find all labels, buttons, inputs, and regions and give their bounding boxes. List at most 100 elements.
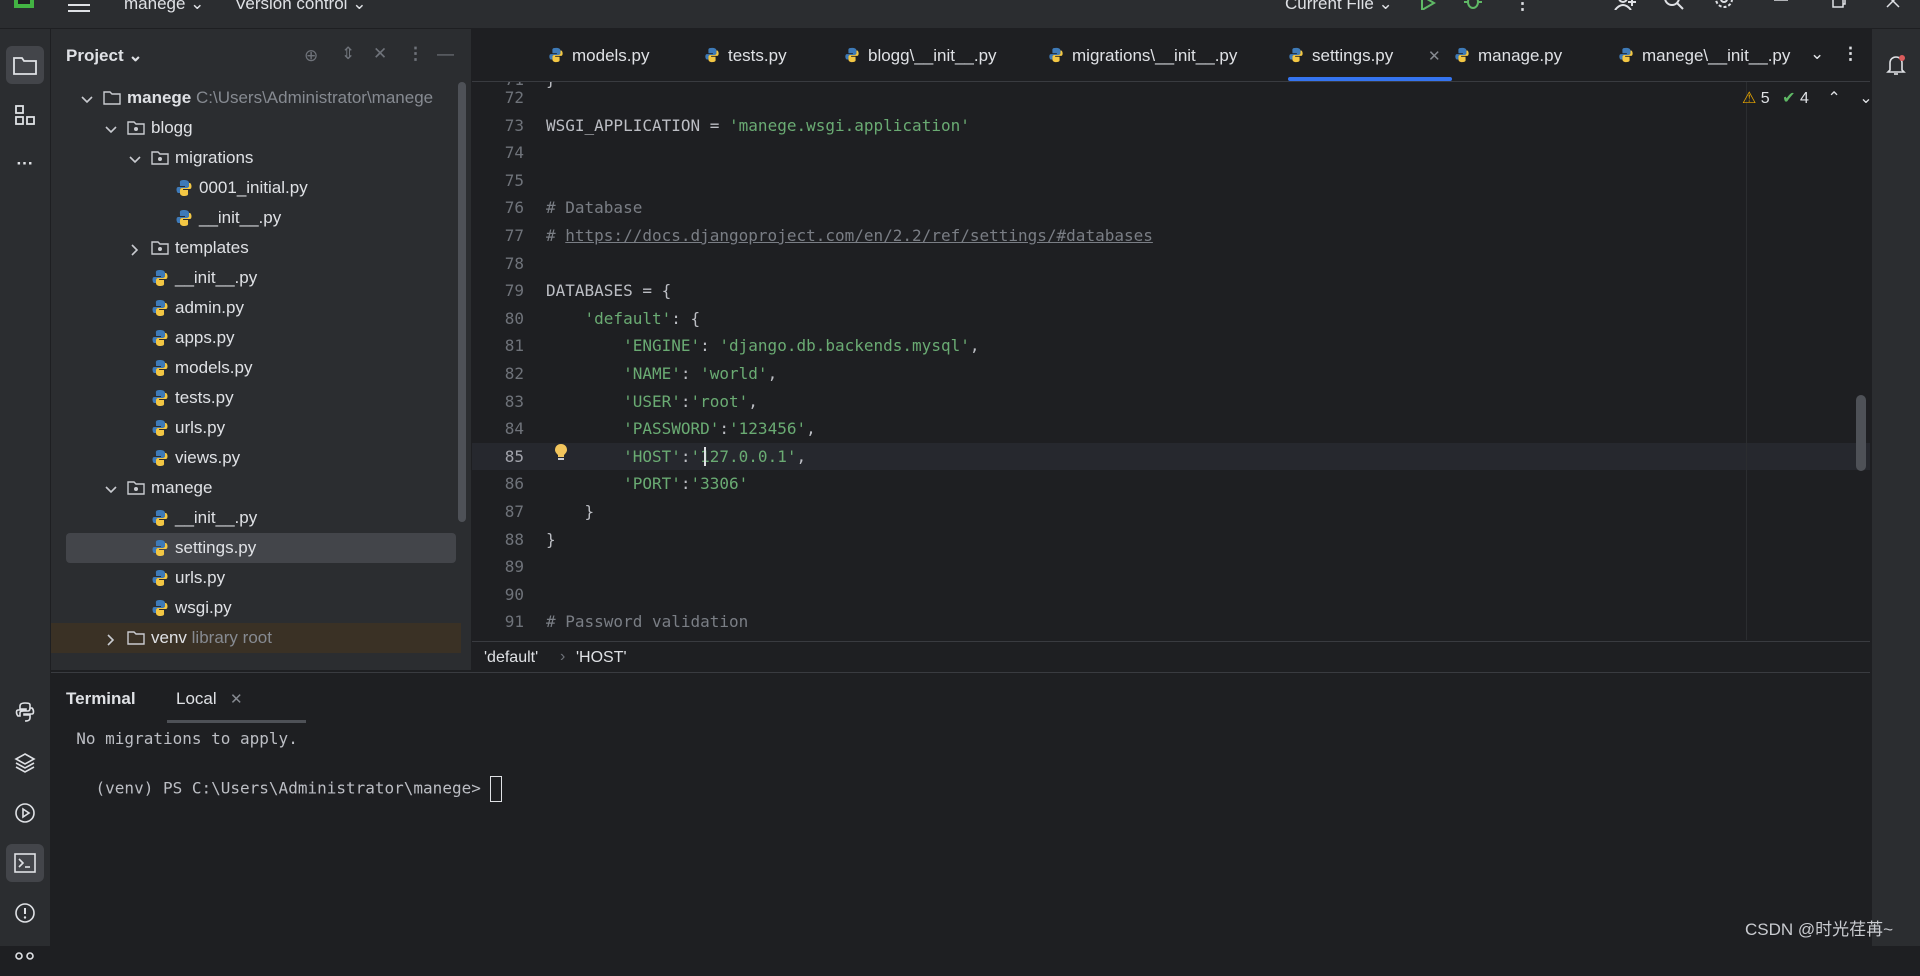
terminal-tool-button[interactable] xyxy=(6,844,44,882)
chevron-down-icon[interactable] xyxy=(105,481,117,494)
tree-item[interactable]: apps.py xyxy=(51,323,461,353)
editor-tab-label: blogg\__init__.py xyxy=(868,46,997,65)
tree-item[interactable]: __init__.py xyxy=(51,263,461,293)
locate-file-icon[interactable]: ⊕ xyxy=(304,46,318,66)
debug-icon[interactable] xyxy=(1464,0,1482,10)
tree-item[interactable]: admin.py xyxy=(51,293,461,323)
project-tool-button[interactable] xyxy=(6,46,44,84)
editor-tab[interactable]: blogg\__init__.py xyxy=(844,29,1004,81)
chevron-right-icon[interactable] xyxy=(105,631,117,646)
structure-tool-button[interactable] xyxy=(6,96,44,134)
chevron-down-icon[interactable] xyxy=(105,121,117,134)
git-branch-icon xyxy=(15,952,34,960)
lightbulb-icon[interactable] xyxy=(554,442,568,466)
code-line: 74 xyxy=(472,139,1870,166)
editor-tab-label: settings.py xyxy=(1312,46,1394,65)
tree-item[interactable]: tests.py xyxy=(51,383,461,413)
folder-icon xyxy=(13,57,37,75)
tree-item[interactable]: manege C:\Users\Administrator\manege xyxy=(51,83,461,113)
close-tab-icon[interactable]: ✕ xyxy=(230,690,243,708)
tree-item[interactable]: settings.py xyxy=(66,533,456,563)
editor-scrollbar[interactable] xyxy=(1856,395,1866,471)
breadcrumb-item[interactable]: 'HOST' xyxy=(576,649,627,667)
add-user-icon[interactable] xyxy=(1614,0,1636,10)
line-number: 74 xyxy=(504,143,524,163)
layers-tool-button[interactable] xyxy=(6,744,44,782)
line-number: 80 xyxy=(504,308,524,328)
tree-item[interactable]: 0001_initial.py xyxy=(51,173,461,203)
line-number: 81 xyxy=(504,336,524,356)
python-console-button[interactable] xyxy=(6,693,44,731)
tree-item[interactable]: wsgi.py xyxy=(51,593,461,623)
editor-tab[interactable]: models.py xyxy=(548,29,708,81)
editor-tab[interactable]: tests.py xyxy=(704,29,864,81)
vcs-menu[interactable]: Version control ⌄ xyxy=(235,0,366,14)
tree-item[interactable]: blogg xyxy=(51,113,461,143)
options-icon[interactable]: ⋮ xyxy=(407,44,424,64)
tree-item[interactable]: venv library root xyxy=(51,623,461,653)
line-number: 78 xyxy=(504,253,524,273)
line-number: 77 xyxy=(504,226,524,245)
tree-item[interactable]: migrations xyxy=(51,143,461,173)
left-tool-window-bar: ··· xyxy=(0,29,51,960)
terminal-prompt: (venv) PS C:\Users\Administrator\manege> xyxy=(95,778,491,798)
tree-item[interactable]: models.py xyxy=(51,353,461,383)
main-menu-icon[interactable] xyxy=(68,0,90,12)
tree-item[interactable]: manege xyxy=(51,473,461,503)
tab-underline xyxy=(167,720,306,723)
tab-options-icon[interactable]: ⋮ xyxy=(1842,44,1859,64)
previous-highlight-icon[interactable]: ⌃ xyxy=(1827,90,1840,107)
code-text: DATABASES = { xyxy=(546,281,672,301)
terminal-header: Terminal Local ✕ xyxy=(51,673,1870,723)
python-file-icon xyxy=(151,299,169,317)
tree-item[interactable]: templates xyxy=(51,233,461,263)
code-editor[interactable]: 71}7273WSGI_APPLICATION = 'manege.wsgi.a… xyxy=(472,82,1870,640)
terminal-tab-local[interactable]: Local ✕ xyxy=(167,673,306,723)
run-config-selector[interactable]: Current File ⌄ xyxy=(1285,0,1393,14)
folder-icon xyxy=(103,89,121,107)
minimize-window-icon[interactable] xyxy=(1774,0,1788,2)
notifications-button[interactable] xyxy=(1877,46,1915,84)
run-icon[interactable] xyxy=(1420,0,1436,10)
collapse-all-icon[interactable]: ✕ xyxy=(373,44,387,64)
project-scrollbar[interactable] xyxy=(458,82,466,522)
tree-item[interactable]: views.py xyxy=(51,443,461,473)
project-panel-title[interactable]: Project ⌄ xyxy=(66,46,143,66)
problems-tool-button[interactable] xyxy=(6,894,44,932)
editor-tab[interactable]: manage.py xyxy=(1454,29,1614,81)
tree-item-label: 0001_initial.py xyxy=(199,178,308,197)
chevron-down-icon[interactable] xyxy=(81,91,93,104)
breadcrumb-item[interactable]: 'default' xyxy=(484,649,538,667)
terminal-prompt-line[interactable]: (venv) PS C:\Users\Administrator\manege> xyxy=(57,757,503,821)
tree-item[interactable]: __init__.py xyxy=(51,503,461,533)
code-line: 87 } xyxy=(472,498,1870,525)
hide-panel-icon[interactable]: — xyxy=(437,44,454,64)
code-line: 73 WSGI_APPLICATION = 'manege.wsgi.applic… xyxy=(472,112,1870,139)
tree-item[interactable]: urls.py xyxy=(51,413,461,443)
package-folder-icon xyxy=(127,119,145,137)
folder-icon xyxy=(127,629,145,647)
chevron-down-icon[interactable] xyxy=(129,151,141,164)
services-tool-button[interactable] xyxy=(6,794,44,832)
project-switcher[interactable]: manege ⌄ xyxy=(124,0,204,14)
editor-tab[interactable]: manege\__init__.py xyxy=(1618,29,1790,81)
restore-window-icon[interactable] xyxy=(1832,0,1846,8)
settings-gear-icon[interactable] xyxy=(1714,0,1734,10)
chevron-right-icon[interactable] xyxy=(129,241,141,256)
more-actions-icon[interactable]: ⋮ xyxy=(1514,0,1531,14)
expand-collapse-icon[interactable]: ⇕ xyxy=(341,44,355,64)
run-config-label: Current File xyxy=(1285,0,1374,13)
tab-list-chevron-icon[interactable]: ⌄ xyxy=(1810,44,1824,64)
editor-tab[interactable]: migrations\__init__.py xyxy=(1048,29,1237,81)
search-icon[interactable] xyxy=(1664,0,1684,10)
inspection-widget[interactable]: ⚠ 5 ✔ 4 ⌃ ⌄ xyxy=(1742,88,1873,108)
more-tools-icon[interactable]: ··· xyxy=(6,145,44,183)
tree-item[interactable]: __init__.py xyxy=(51,203,461,233)
close-window-icon[interactable] xyxy=(1886,0,1900,8)
tree-item[interactable]: urls.py xyxy=(51,563,461,593)
editor-tab[interactable]: settings.py ✕ xyxy=(1288,29,1452,81)
close-tab-icon[interactable]: ✕ xyxy=(1428,47,1441,65)
vcs-tool-button[interactable] xyxy=(6,938,44,976)
next-highlight-icon[interactable]: ⌄ xyxy=(1859,90,1872,107)
code-line: 79 DATABASES = { xyxy=(472,277,1870,304)
